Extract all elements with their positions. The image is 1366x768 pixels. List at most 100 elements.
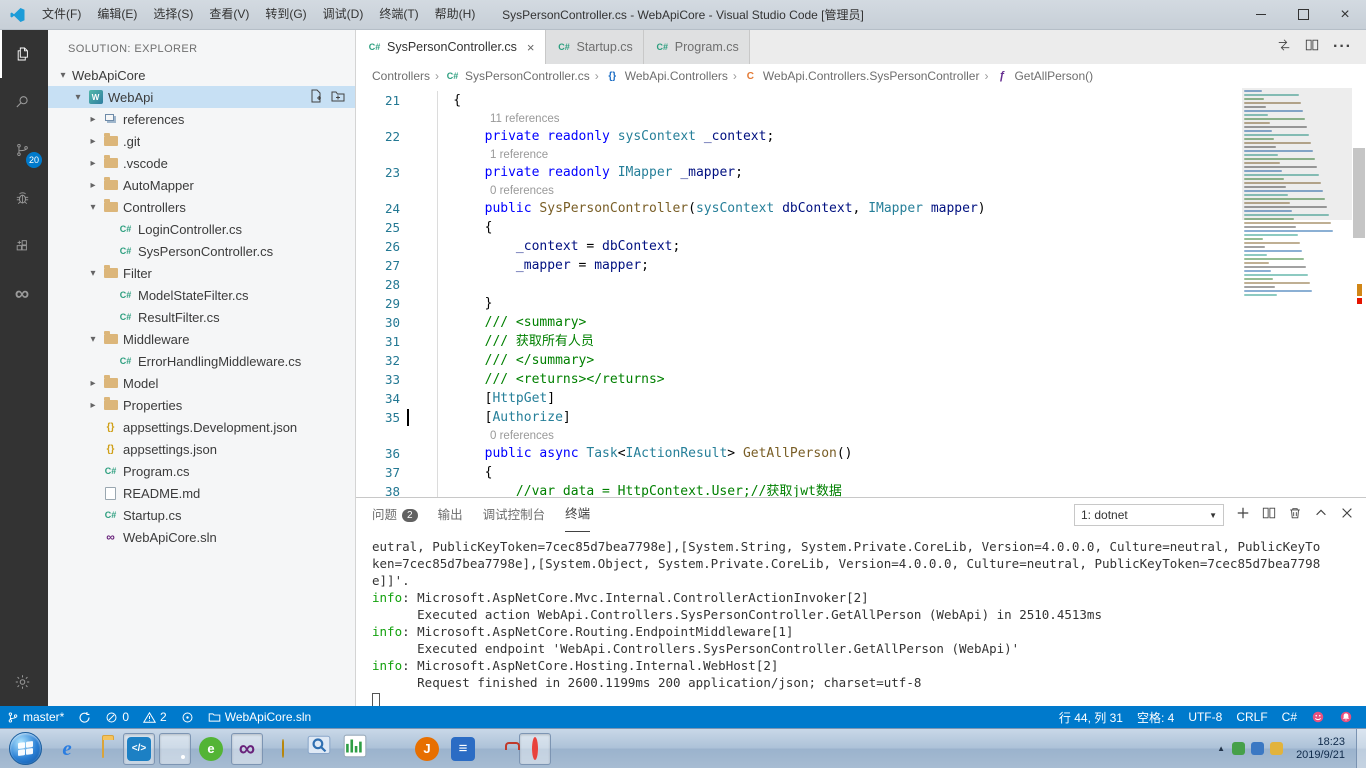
tree-item-startup-cs[interactable]: C#Startup.cs [48,504,355,526]
line-number[interactable]: 21 [356,91,406,110]
code-text[interactable]: [Authorize] [422,408,571,427]
codelens-link[interactable]: 0 references [490,185,554,197]
line-number[interactable]: 36 [356,444,406,463]
line-number[interactable]: 24 [356,199,406,218]
open-changes-icon[interactable] [1277,38,1291,57]
panel-tab-terminal[interactable]: 终端 [565,498,590,532]
taskbar-chart-tool[interactable] [339,733,371,765]
new-folder-icon[interactable] [331,89,345,103]
activity-settings[interactable] [0,658,48,706]
tray-expand-icon[interactable]: ▲ [1217,744,1225,753]
line-number[interactable]: 31 [356,332,406,351]
terminal-output[interactable]: eutral, PublicKeyToken=7cec85d7bea7798e]… [356,532,1366,706]
breadcrumb-item-syspersoncontroller-cs[interactable]: C#SysPersonController.cs [444,68,590,84]
code-editor[interactable]: 21 {11 references22 private readonly sys… [356,88,1366,497]
panel-tab-output[interactable]: 输出 [438,498,463,532]
taskbar-java-app[interactable]: J [411,733,443,765]
line-number[interactable]: 27 [356,256,406,275]
code-text[interactable]: //var data = HttpContext.User;//获取jwt数据 [422,482,842,497]
taskbar-vscode[interactable]: </> [123,733,155,765]
line-number[interactable]: 26 [356,237,406,256]
line-number[interactable]: 22 [356,127,406,146]
code-text[interactable]: _context = dbContext; [422,237,680,256]
menu-go[interactable]: 转到(G) [257,0,314,29]
activity-search[interactable] [0,78,48,126]
panel-tab-debug-console[interactable]: 调试控制台 [483,498,546,532]
activity-visual-studio[interactable]: ∞ [0,270,48,318]
tree-item-vscode[interactable]: ▸.vscode [48,152,355,174]
status-cursor-position[interactable]: 行 44, 列 31 [1052,706,1130,728]
tray-icon-blue[interactable] [1251,742,1264,755]
activity-explorer[interactable] [0,30,48,78]
code-text[interactable]: private readonly sysContext _context; [422,127,774,146]
split-terminal-icon[interactable] [1262,506,1276,525]
code-text[interactable]: public SysPersonController(sysContext db… [422,199,986,218]
line-number[interactable]: 37 [356,463,406,482]
status-encoding[interactable]: UTF-8 [1181,706,1229,728]
tree-item-controllers[interactable]: ▾Controllers [48,196,355,218]
tree-item-program-cs[interactable]: C#Program.cs [48,460,355,482]
taskbar-chrome[interactable] [159,733,191,765]
tree-item-filter[interactable]: ▾Filter [48,262,355,284]
activity-debug[interactable] [0,174,48,222]
code-text[interactable]: { [422,91,461,110]
code-text[interactable]: /// <returns></returns> [422,370,665,389]
tree-item-references[interactable]: ▸references [48,108,355,130]
tray-icon-green[interactable] [1232,742,1245,755]
taskbar-clock[interactable]: 18:23 2019/9/21 [1296,736,1345,762]
code-text[interactable]: /// </summary> [422,351,594,370]
tab-startup-cs[interactable]: C#Startup.cs [546,30,644,64]
line-number[interactable]: 30 [356,313,406,332]
breadcrumb-item-getallperson[interactable]: ƒGetAllPerson() [993,68,1093,84]
codelens-link[interactable]: 1 reference [490,149,548,161]
kill-terminal-icon[interactable] [1288,506,1302,525]
menu-selection[interactable]: 选择(S) [145,0,201,29]
taskbar-visual-studio[interactable]: ∞ [231,733,263,765]
breadcrumb-item-webapi-controllers[interactable]: {}WebApi.Controllers [604,68,728,84]
taskbar-search-tool[interactable] [303,733,335,765]
taskbar-toolbox-app[interactable] [483,733,515,765]
tree-item-resultfilter-cs[interactable]: C#ResultFilter.cs [48,306,355,328]
maximize-panel-icon[interactable] [1314,506,1328,525]
tree-item-model[interactable]: ▸Model [48,372,355,394]
tree-item-appsettings-json[interactable]: {}appsettings.json [48,438,355,460]
taskbar-office-app[interactable]: ≡ [447,733,479,765]
menu-edit[interactable]: 编辑(E) [89,0,145,29]
breadcrumb-item-controllers[interactable]: Controllers [372,69,430,83]
terminal-picker[interactable]: 1: dotnet ▼ [1074,504,1224,526]
code-text[interactable]: { [422,463,492,482]
activity-extensions[interactable] [0,222,48,270]
taskbar-database-tool[interactable] [267,733,299,765]
status-warnings[interactable]: 2 [136,706,174,728]
status-feedback[interactable] [1304,706,1332,728]
tree-item-logincontroller-cs[interactable]: C#LoginController.cs [48,218,355,240]
code-text[interactable]: /// <summary> [422,313,586,332]
line-number[interactable]: 29 [356,294,406,313]
taskbar-internet-explorer[interactable]: e [51,733,83,765]
line-number[interactable]: 33 [356,370,406,389]
split-editor-icon[interactable] [1305,38,1319,57]
start-button[interactable] [9,732,42,765]
code-text[interactable]: [HttpGet] [422,389,555,408]
taskbar-file-explorer[interactable] [87,733,119,765]
tree-item-syspersoncontroller-cs[interactable]: C#SysPersonController.cs [48,240,355,262]
status-errors[interactable]: 0 [98,706,136,728]
status-debug-status[interactable] [174,706,201,728]
new-terminal-icon[interactable] [1236,506,1250,525]
menu-debug[interactable]: 调试(D) [315,0,372,29]
status-solution[interactable]: WebApiCore.sln [201,706,318,728]
show-desktop-button[interactable] [1356,729,1366,768]
menu-terminal[interactable]: 终端(T) [371,0,426,29]
line-number[interactable]: 28 [356,275,406,294]
code-text[interactable]: } [422,294,492,313]
tree-item-automapper[interactable]: ▸AutoMapper [48,174,355,196]
code-text[interactable]: /// 获取所有人员 [422,332,594,351]
menu-view[interactable]: 查看(V) [201,0,257,29]
status-indentation[interactable]: 空格: 4 [1130,706,1181,728]
status-language-mode[interactable]: C# [1275,706,1304,728]
panel-tab-problems[interactable]: 问题2 [372,498,418,532]
menu-help[interactable]: 帮助(H) [427,0,484,29]
more-actions-icon[interactable]: ··· [1333,38,1352,56]
close-button[interactable]: × [1324,0,1366,29]
taskbar-green-app[interactable] [375,733,407,765]
